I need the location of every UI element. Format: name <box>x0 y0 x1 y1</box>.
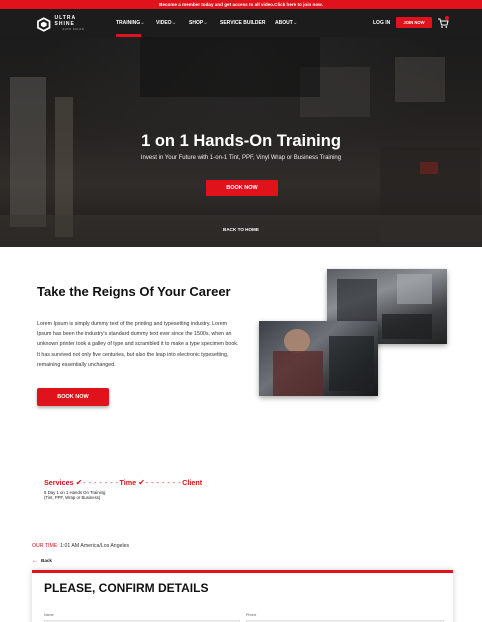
nav-item-label: SHOP <box>189 20 204 26</box>
hero-subtitle: Invest in Your Future with 1-on-1 Tint, … <box>140 155 342 161</box>
chevron-down-icon: ⌵ <box>172 21 176 25</box>
intro-book-now-button[interactable]: BOOK NOW <box>37 388 109 406</box>
step-divider: - - - - - - - <box>83 477 119 487</box>
arrow-left-icon: ← <box>32 558 38 564</box>
confirm-title: PLEASE, CONFIRM DETAILS <box>44 581 209 595</box>
promo-bar[interactable]: Become a member today and get access to … <box>0 0 482 9</box>
name-field-label: Name <box>44 613 54 617</box>
main-nav: ULTRA SHINE AUTO SALON TRAINING⌵ VIDEO⌵ … <box>0 9 482 37</box>
confirm-details-card: PLEASE, CONFIRM DETAILS Name Phone <box>32 570 453 622</box>
intro-title: Take the Reigns Of Your Career <box>37 284 231 299</box>
our-time-label: OUR TIME: <box>32 543 59 549</box>
logo-text: ULTRA SHINE AUTO SALON <box>55 15 98 33</box>
phone-field-label: Phone <box>246 613 257 617</box>
technician-photo <box>259 321 378 396</box>
checkmark-icon: ✔ <box>138 477 145 487</box>
step-services[interactable]: Services <box>44 478 74 487</box>
our-time-value: 1:01 AM America/Los Angeles <box>60 543 130 549</box>
step-divider: - - - - - - - <box>145 477 182 487</box>
step-time[interactable]: Time <box>120 478 137 487</box>
back-to-home-link[interactable]: BACK TO HOME <box>0 227 482 232</box>
selected-service: 5 Day 1 on 1 Hands On Training (Tint, PP… <box>44 490 106 501</box>
join-now-button[interactable]: JOIN NOW <box>396 17 432 28</box>
step-client[interactable]: Client <box>182 478 202 487</box>
nav-item-shop[interactable]: SHOP⌵ <box>189 19 207 27</box>
back-label: Back <box>41 558 52 563</box>
nav-item-video[interactable]: VIDEO⌵ <box>156 19 175 27</box>
nav-item-about[interactable]: ABOUT⌵ <box>275 19 296 27</box>
nav-item-training[interactable]: TRAINING⌵ <box>116 19 144 27</box>
our-time: OUR TIME: 1:01 AM America/Los Angeles <box>32 543 129 549</box>
nav-item-label: SERVICE BUILDER <box>220 20 266 26</box>
nav-item-label: VIDEO <box>156 20 172 26</box>
nav-item-service-builder[interactable]: SERVICE BUILDER <box>220 19 265 27</box>
chevron-down-icon: ⌵ <box>293 21 297 25</box>
checkmark-icon: ✔ <box>75 477 83 487</box>
booking-steps: Services ✔ - - - - - - - Time ✔ - - - - … <box>44 477 202 487</box>
nav-item-label: ABOUT <box>275 20 293 26</box>
hero-title: 1 on 1 Hands-On Training <box>141 132 341 150</box>
logo-subtitle: AUTO SALON <box>62 28 85 31</box>
hero-section: 1 on 1 Hands-On Training Invest in Your … <box>0 37 482 247</box>
logo-name: ULTRA SHINE <box>54 15 76 27</box>
login-link[interactable]: LOG IN <box>373 19 390 27</box>
nav-item-label: TRAINING <box>116 20 141 26</box>
intro-body: Lorem Ipsum is simply dummy text of the … <box>37 321 239 368</box>
logo-hexagon-icon <box>37 16 51 32</box>
chevron-down-icon: ⌵ <box>204 21 207 25</box>
hero-book-now-button[interactable]: BOOK NOW <box>206 180 278 196</box>
cart-badge <box>445 16 449 20</box>
back-link[interactable]: ← Back <box>32 558 52 564</box>
logo[interactable]: ULTRA SHINE AUTO SALON <box>37 15 98 33</box>
chevron-down-icon: ⌵ <box>141 21 144 25</box>
